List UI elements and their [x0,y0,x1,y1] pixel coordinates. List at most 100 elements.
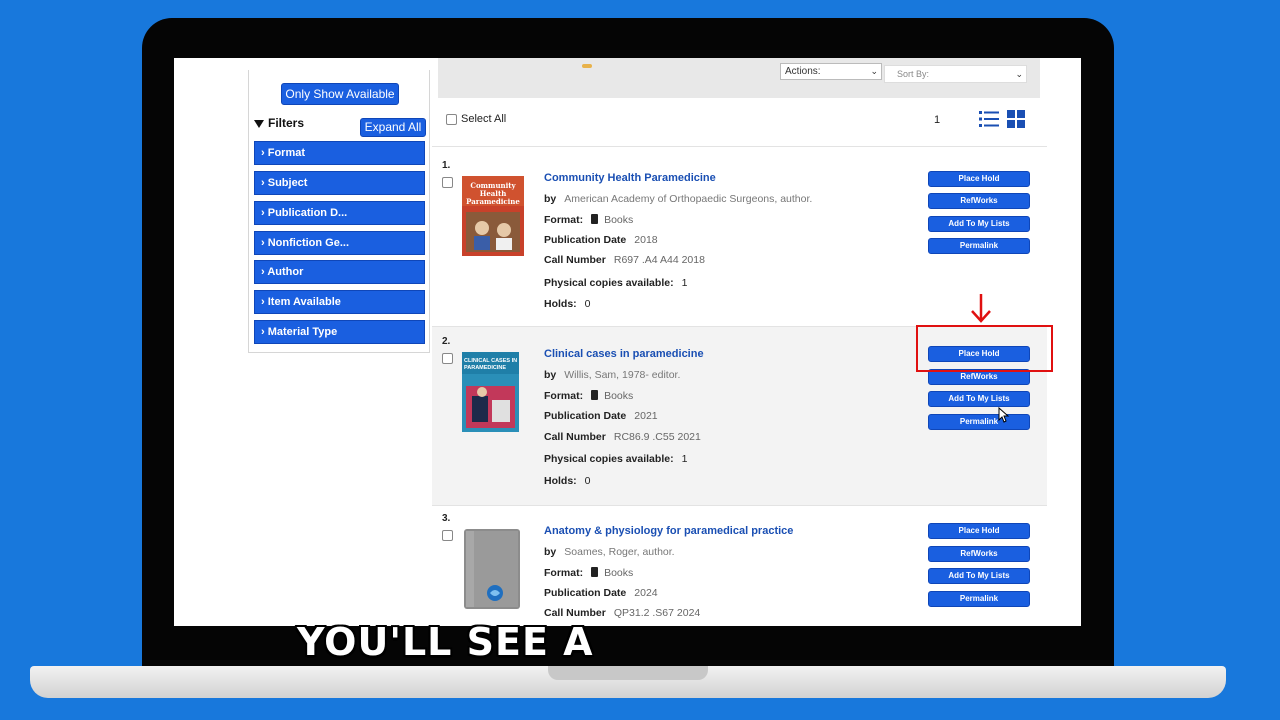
grid-view-icon[interactable] [1007,110,1025,128]
permalink-button[interactable]: Permalink [928,414,1030,430]
result-pubdate-row: Publication Date 2018 [544,234,658,246]
refworks-button[interactable]: RefWorks [928,193,1030,209]
place-hold-button[interactable]: Place Hold [928,171,1030,187]
facet-author[interactable]: › Author [254,260,425,284]
chevron-down-icon: ⌄ [870,66,878,76]
place-hold-highlight-box [916,325,1053,372]
pub-date-label: Publication Date [544,234,627,246]
result-author-link[interactable]: American Academy of Orthopaedic Surgeons… [564,193,812,205]
result-checkbox[interactable] [442,353,453,364]
add-to-my-lists-button[interactable]: Add To My Lists [928,568,1030,584]
add-to-my-lists-button[interactable]: Add To My Lists [928,391,1030,407]
copies-label: Physical copies available: [544,277,674,289]
sort-by-select[interactable]: Sort By: ⌄ [884,65,1027,83]
copies-value: 1 [681,277,688,289]
add-to-my-lists-button[interactable]: Add To My Lists [928,216,1030,232]
sort-by-select-value: Sort By: [897,69,930,79]
pub-date-value: 2024 [634,587,658,599]
pub-date-label: Publication Date [544,587,627,599]
by-label: by [544,369,557,381]
place-hold-button[interactable]: Place Hold [928,523,1030,539]
mouse-cursor-icon [998,407,1010,423]
result-number: 3. [442,513,451,524]
result-holds-row: Holds: 0 [544,475,591,487]
result-pubdate-row: Publication Date 2021 [544,410,658,422]
result-item-1: 1. Community Health Paramedicine Communi… [432,160,1047,328]
result-callnumber-row: Call Number QP31.2 .S67 2024 [544,607,700,619]
facet-nonfiction-genre[interactable]: › Nonfiction Ge... [254,231,425,255]
laptop-notch [548,666,708,680]
call-number-value: R697 .A4 A44 2018 [613,254,705,266]
red-arrow-down-icon [971,294,991,323]
chevron-right-icon: › [261,177,265,189]
chevron-right-icon: › [261,147,265,159]
holds-label: Holds: [544,475,577,487]
chevron-right-icon: › [261,296,265,308]
facet-material-type[interactable]: › Material Type [254,320,425,344]
chevron-down-icon: ⌄ [1015,69,1023,79]
chevron-right-icon: › [261,207,265,219]
result-divider [432,146,1047,147]
result-format-row: Format: Books [544,390,633,402]
filter-icon [254,119,264,128]
actions-select[interactable]: Actions: ⌄ [780,63,882,80]
result-holds-row: Holds: 0 [544,298,591,310]
refworks-button[interactable]: RefWorks [928,546,1030,562]
result-author-link[interactable]: Soames, Roger, author. [564,546,674,558]
page-count: 1 [934,114,941,126]
browser-screen: Only Show Available Filters Expand All ›… [174,58,1081,626]
book-icon [591,567,599,577]
permalink-button[interactable]: Permalink [928,591,1030,607]
facet-label: Format [267,147,306,159]
result-pubdate-row: Publication Date 2024 [544,587,658,599]
call-number-value: QP31.2 .S67 2024 [613,607,701,619]
select-all-checkbox[interactable] [446,113,457,125]
chevron-right-icon: › [261,237,265,249]
format-value: Books [604,214,634,226]
by-label: by [544,546,557,558]
result-title-link[interactable]: Clinical cases in paramedicine [544,348,704,360]
result-checkbox[interactable] [442,530,453,541]
pub-date-value: 2018 [634,234,658,246]
format-value: Books [604,567,634,579]
call-number-value: RC86.9 .C55 2021 [613,431,701,443]
permalink-button[interactable]: Permalink [928,238,1030,254]
format-label: Format: [544,214,584,226]
generic-book-cover-icon[interactable] [462,529,522,611]
holds-value: 0 [584,475,591,487]
result-title-link[interactable]: Anatomy & physiology for paramedical pra… [544,525,793,537]
facet-item-available[interactable]: › Item Available [254,290,425,314]
partial-logo-fragment [582,64,592,68]
result-checkbox[interactable] [442,177,453,188]
result-number: 2. [442,336,451,347]
facet-label: Publication D... [267,207,348,219]
result-title-link[interactable]: Community Health Paramedicine [544,172,716,184]
book-icon [591,214,599,224]
list-view-icon[interactable] [979,110,999,128]
call-number-label: Call Number [544,431,606,443]
result-item-3: 3. Anatomy & physiology for paramedical … [432,513,1047,626]
result-author-row: by Soames, Roger, author. [544,546,675,558]
book-icon [591,390,599,400]
by-label: by [544,193,557,205]
only-show-available-button[interactable]: Only Show Available [281,83,399,105]
facet-label: Author [267,266,304,278]
facet-subject[interactable]: › Subject [254,171,425,195]
cover-title-text: CLINICAL CASES IN PARAMEDICINE [464,358,518,371]
copies-label: Physical copies available: [544,453,674,465]
result-author-row: by American Academy of Orthopaedic Surgeo… [544,193,812,205]
holds-label: Holds: [544,298,577,310]
pub-date-value: 2021 [634,410,658,422]
select-all-label: Select All [461,113,507,125]
cover-title-text: Community Health Paramedicine [466,181,520,206]
facet-publication-date[interactable]: › Publication D... [254,201,425,225]
facet-label: Item Available [267,296,341,308]
result-author-row: by Willis, Sam, 1978- editor. [544,369,680,381]
result-callnumber-row: Call Number RC86.9 .C55 2021 [544,431,701,443]
holds-value: 0 [584,298,591,310]
result-author-link[interactable]: Willis, Sam, 1978- editor. [564,369,680,381]
format-label: Format: [544,390,584,402]
expand-all-button[interactable]: Expand All [360,118,426,137]
facet-format[interactable]: › Format [254,141,425,165]
pub-date-label: Publication Date [544,410,627,422]
